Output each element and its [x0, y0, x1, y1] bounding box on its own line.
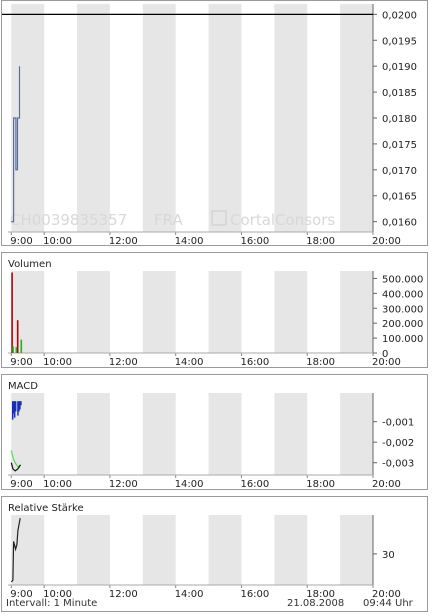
x-tick-label: 12:00 — [109, 236, 138, 245]
x-tick-label: 16:00 — [240, 236, 269, 245]
volume-bar — [15, 347, 18, 353]
time-band — [208, 4, 242, 232]
y-tick-label: -0,003 — [382, 459, 414, 470]
y-tick-label: 0,0160 — [382, 218, 417, 229]
y-tick-label: 0,0200 — [382, 10, 417, 21]
watermark-exchange: FRA — [154, 211, 183, 229]
x-tick-label: 18:00 — [306, 479, 335, 489]
footer-time: 09:44 Uhr — [363, 598, 413, 609]
time-band — [142, 515, 176, 585]
volume-bar — [20, 339, 23, 353]
x-tick-label: 12:00 — [109, 589, 138, 600]
volume-bar — [12, 346, 14, 353]
y-tick-label: 300.000 — [382, 304, 423, 315]
time-band — [208, 393, 242, 475]
x-tick-label: 14:00 — [175, 357, 204, 367]
y-tick-label: -0,001 — [382, 418, 414, 429]
x-tick-label: 10:00 — [43, 357, 72, 367]
time-band — [142, 4, 176, 232]
y-tick-label: 0,0170 — [382, 166, 417, 177]
x-tick-label: 10:00 — [43, 236, 72, 245]
y-tick-label: 0,0175 — [382, 140, 417, 151]
price-chart-panel: 9:00 10:00 12:00 14:00 16:00 18:00 20:00 CH0039… — [1, 0, 428, 246]
watermark-brand: CortalConsors — [230, 211, 335, 229]
chart-title: Relative Stärke — [8, 503, 84, 514]
time-band — [274, 271, 308, 353]
x-tick-label: 9:00 — [10, 479, 32, 489]
time-band — [77, 4, 110, 232]
y-tick-label: 400.000 — [382, 289, 423, 300]
x-tick-label: 10:00 — [43, 479, 72, 489]
time-band — [142, 393, 176, 475]
rsi-chart: 9:00 10:00 12:00 14:00 16:00 18:00 20:00Relati… — [8, 503, 401, 600]
y-tick-label: 0,0165 — [382, 192, 417, 203]
y-tick-label: 0,0195 — [382, 36, 417, 47]
x-tick-label: 9:00 — [10, 357, 32, 367]
x-tick-label: 12:00 — [109, 357, 138, 367]
watermark-isin: CH0039835357 — [10, 211, 127, 229]
time-band — [274, 393, 308, 475]
interval-label: Intervall: 1 Minute — [6, 598, 98, 609]
footer-date: 21.08.2008 — [287, 598, 345, 609]
time-band — [11, 271, 45, 353]
macd-chart-panel: 9:00 10:00 12:00 14:00 16:00 18:00 20:00 MACD -0… — [1, 374, 428, 490]
x-tick-label: 12:00 — [109, 479, 138, 489]
price-chart: 9:00 10:00 12:00 14:00 16:00 18:00 20:00 CH0039… — [2, 4, 417, 245]
x-tick-label: 14:00 — [175, 479, 204, 489]
x-tick-label: 16:00 — [240, 479, 269, 489]
y-tick-label: 100.000 — [382, 334, 423, 345]
x-tick-label: 20:00 — [372, 236, 401, 245]
y-tick-label: 0,0185 — [382, 88, 417, 99]
x-tick-label: 16:00 — [240, 357, 269, 367]
y-tick-label: 30 — [382, 550, 395, 561]
x-tick-label: 20:00 — [372, 479, 401, 489]
time-band — [274, 515, 308, 585]
time-band — [208, 271, 242, 353]
y-tick-label: -0,002 — [382, 438, 414, 449]
macd-histogram-bar — [20, 401, 22, 406]
macd-chart: 9:00 10:00 12:00 14:00 16:00 18:00 20:00 MACD -0… — [8, 381, 414, 489]
time-band — [208, 515, 242, 585]
y-tick-label: 200.000 — [382, 319, 423, 330]
chart-title: Volumen — [8, 259, 52, 270]
time-band — [340, 4, 373, 232]
time-band — [77, 271, 110, 353]
time-band — [274, 4, 308, 232]
x-tick-label: 14:00 — [175, 236, 204, 245]
volume-chart-panel: 9:00 10:00 12:00 14:00 16:00 18:00 20:00 Volume… — [1, 252, 428, 368]
time-band — [340, 393, 373, 475]
y-tick-label: 0 — [382, 349, 388, 360]
time-band — [142, 271, 176, 353]
chart-title: MACD — [8, 381, 38, 392]
x-tick-label: 18:00 — [306, 357, 335, 367]
volume-chart: 9:00 10:00 12:00 14:00 16:00 18:00 20:00Volume… — [8, 259, 423, 367]
rsi-chart-panel: 9:00 10:00 12:00 14:00 16:00 18:00 20:00 Relati… — [1, 496, 428, 612]
time-band — [340, 515, 373, 585]
time-band — [340, 271, 373, 353]
y-tick-label: 500.000 — [382, 274, 423, 285]
volume-bar — [11, 272, 13, 353]
y-tick-label: 0,0180 — [382, 114, 417, 125]
y-tick-label: 0,0190 — [382, 62, 417, 73]
x-tick-label: 16:00 — [240, 589, 269, 600]
time-band — [11, 515, 45, 585]
x-tick-label: 9:00 — [10, 236, 32, 245]
x-tick-label: 14:00 — [175, 589, 204, 600]
macd-histogram-bar — [14, 401, 17, 412]
x-tick-label: 18:00 — [306, 236, 335, 245]
time-band — [77, 515, 110, 585]
time-band — [77, 393, 110, 475]
